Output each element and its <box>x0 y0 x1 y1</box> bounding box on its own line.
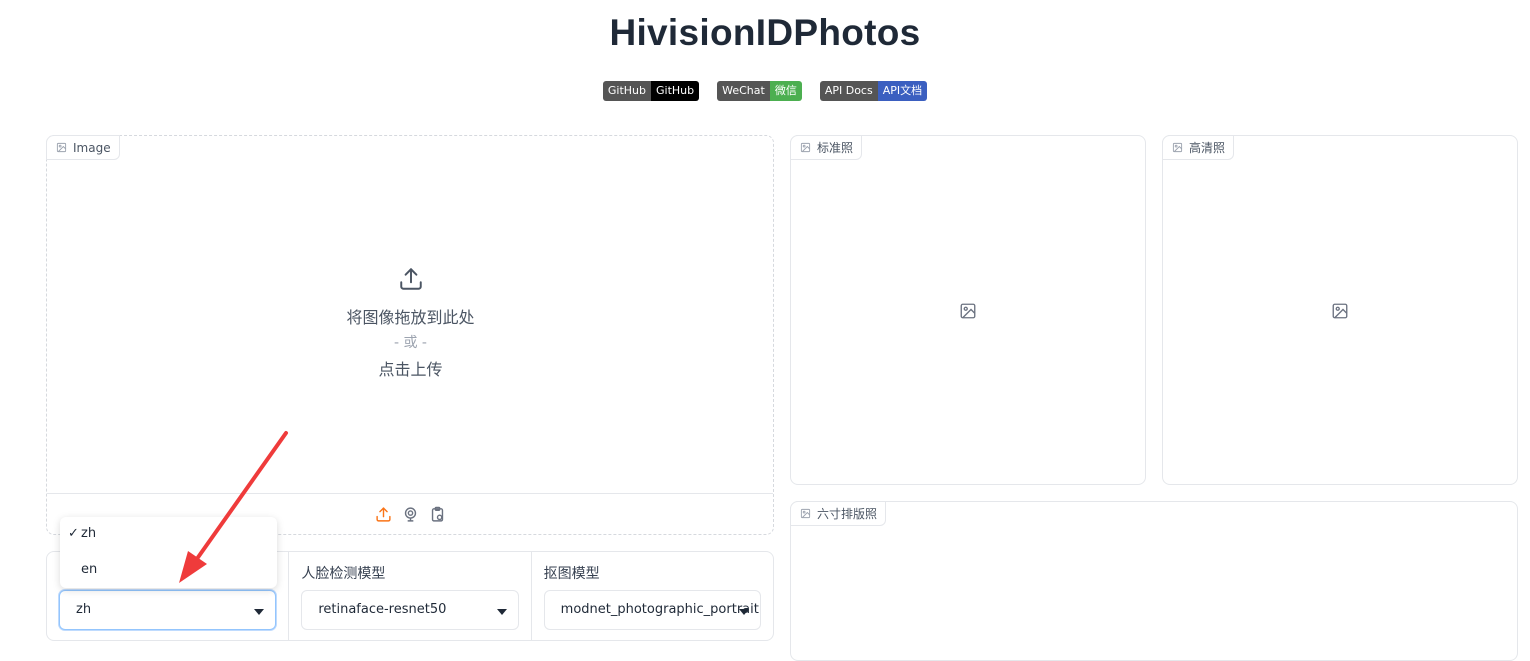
or-text: - 或 - <box>393 335 427 351</box>
click-upload-text: 点击上传 <box>378 360 443 379</box>
standard-photo-panel: 标准照 <box>790 135 1146 485</box>
image-placeholder-icon <box>1332 303 1348 319</box>
image-icon <box>800 142 811 153</box>
webcam-icon[interactable] <box>402 506 419 523</box>
image-input-panel: Image 将图像拖放到此处 - 或 - 点击上传 <box>46 135 774 535</box>
drop-text: 将图像拖放到此处 <box>346 308 475 327</box>
api-docs-badge[interactable]: API Docs API文档 <box>819 81 928 101</box>
image-icon <box>800 508 811 519</box>
check-icon: ✓ <box>68 526 79 541</box>
layout-photo-panel: 六寸排版照 <box>790 501 1518 661</box>
upload-icon <box>399 268 422 290</box>
badge-row: GitHub GitHub WeChat 微信 API Docs API文档 <box>0 81 1530 101</box>
image-placeholder-icon <box>960 303 976 319</box>
upload-source-icon[interactable] <box>375 506 392 523</box>
face-model-cell: 人脸检测模型 retinaface-resnet50 <box>289 552 532 640</box>
chevron-down-icon[interactable] <box>496 609 507 615</box>
chevron-down-icon[interactable] <box>254 609 265 615</box>
face-model-label: 人脸检测模型 <box>301 566 386 582</box>
page-title: HivisionIDPhotos <box>609 12 921 53</box>
image-icon <box>56 142 67 153</box>
layout-photo-label: 六寸排版照 <box>790 501 887 526</box>
language-option-zh[interactable]: ✓ zh <box>60 519 277 549</box>
image-icon <box>1172 142 1183 153</box>
hd-photo-panel: 高清照 <box>1162 135 1518 485</box>
clipboard-icon[interactable] <box>429 506 446 523</box>
face-model-select[interactable]: retinaface-resnet50 <box>301 590 519 630</box>
github-badge[interactable]: GitHub GitHub <box>602 81 700 101</box>
wechat-badge[interactable]: WeChat 微信 <box>717 81 802 101</box>
matting-model-label: 抠图模型 <box>543 566 600 582</box>
matting-model-cell: 抠图模型 modnet_photographic_portrait <box>532 552 773 640</box>
language-dropdown: ✓ zh en <box>60 517 277 588</box>
hd-photo-label: 高清照 <box>1162 135 1235 160</box>
matting-model-select[interactable]: modnet_photographic_portrait <box>543 590 761 630</box>
chevron-down-icon[interactable] <box>738 609 749 615</box>
language-option-en[interactable]: en <box>60 555 277 585</box>
upload-dropzone[interactable]: 将图像拖放到此处 - 或 - 点击上传 <box>47 266 774 380</box>
standard-photo-label: 标准照 <box>790 135 863 160</box>
language-select[interactable]: zh <box>59 590 277 630</box>
image-input-label: Image <box>46 135 120 160</box>
